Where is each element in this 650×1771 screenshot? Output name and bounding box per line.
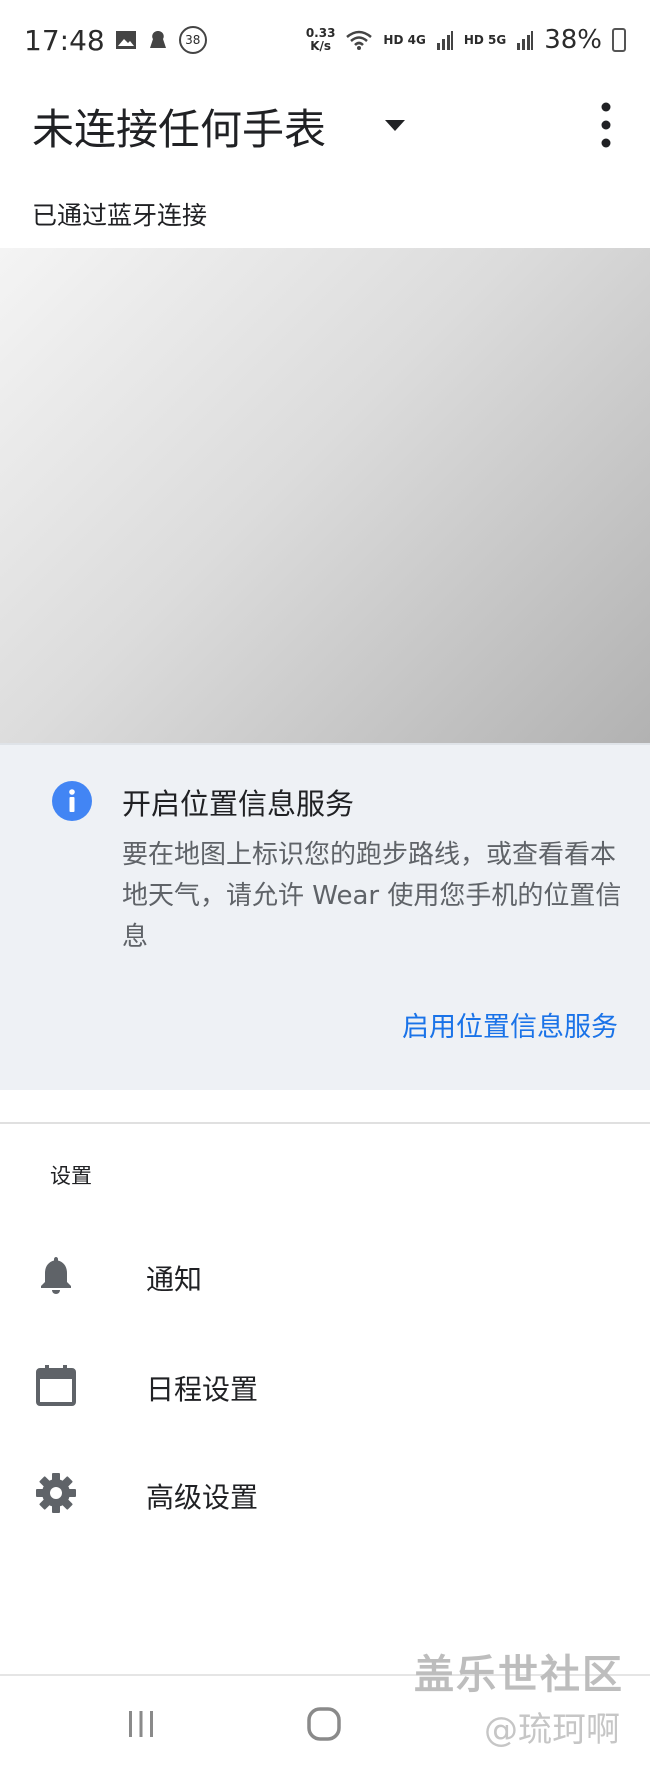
net-speed-unit: K/s (310, 39, 332, 53)
app-screen: 17:48 38 0.33 K/s HD 4G HD 5G 38% 未连接任何手… (0, 0, 650, 1771)
image-icon (115, 31, 136, 49)
connection-status: 已通过蓝牙连接 (32, 201, 208, 230)
settings-item-label: 高级设置 (146, 1481, 259, 1514)
info-icon (52, 781, 92, 821)
gear-icon (36, 1473, 76, 1513)
app-notification-icon (149, 31, 166, 48)
watch-face-preview[interactable] (0, 248, 650, 743)
divider (0, 1122, 650, 1124)
signal-icon (517, 31, 534, 50)
watermark-title: 盖乐世社区 (414, 1652, 624, 1698)
app-bar: 未连接任何手表 (0, 80, 650, 190)
network-1: HD 4G (383, 33, 426, 47)
settings-item-label: 日程设置 (146, 1373, 259, 1406)
settings-item-label: 通知 (146, 1263, 203, 1296)
battery-icon (612, 28, 626, 52)
settings-item-calendar[interactable]: 日程设置 (0, 1330, 650, 1440)
arrow-drop-down-icon[interactable] (384, 114, 406, 136)
settings-section-label: 设置 (50, 1164, 92, 1188)
network-2: HD 5G (463, 33, 507, 47)
card-title: 开启位置信息服务 (122, 787, 355, 821)
status-left: 17:48 38 (24, 24, 207, 57)
net-speed: 0.33 K/s (306, 27, 336, 53)
wifi-icon (346, 30, 373, 50)
calendar-icon (36, 1365, 76, 1406)
battery-percent: 38% (544, 25, 602, 55)
enable-location-button[interactable]: 启用位置信息服务 (402, 1005, 618, 1044)
settings-item-notifications[interactable]: 通知 (0, 1220, 650, 1330)
signal-icon (436, 31, 453, 50)
more-vert-icon[interactable] (592, 98, 620, 152)
status-time: 17:48 (24, 23, 105, 57)
device-selector-title[interactable]: 未连接任何手表 (32, 96, 326, 157)
recent-apps-icon[interactable] (126, 1709, 156, 1739)
status-right: 0.33 K/s HD 4G HD 5G 38% (306, 25, 626, 55)
bell-icon (41, 1257, 71, 1294)
location-permission-card: 开启位置信息服务 要在地图上标识您的跑步路线，或查看看本地天气，请允许 Wear… (0, 743, 650, 1090)
watermark-author: @琉珂啊 (484, 1710, 620, 1750)
notification-badge: 38 (178, 26, 207, 54)
settings-item-advanced[interactable]: 高级设置 (0, 1438, 650, 1548)
card-body: 要在地图上标识您的跑步路线，或查看看本地天气，请允许 Wear 使用您手机的位置… (122, 840, 622, 952)
home-icon[interactable] (306, 1706, 342, 1742)
status-bar: 17:48 38 0.33 K/s HD 4G HD 5G 38% (0, 0, 650, 80)
